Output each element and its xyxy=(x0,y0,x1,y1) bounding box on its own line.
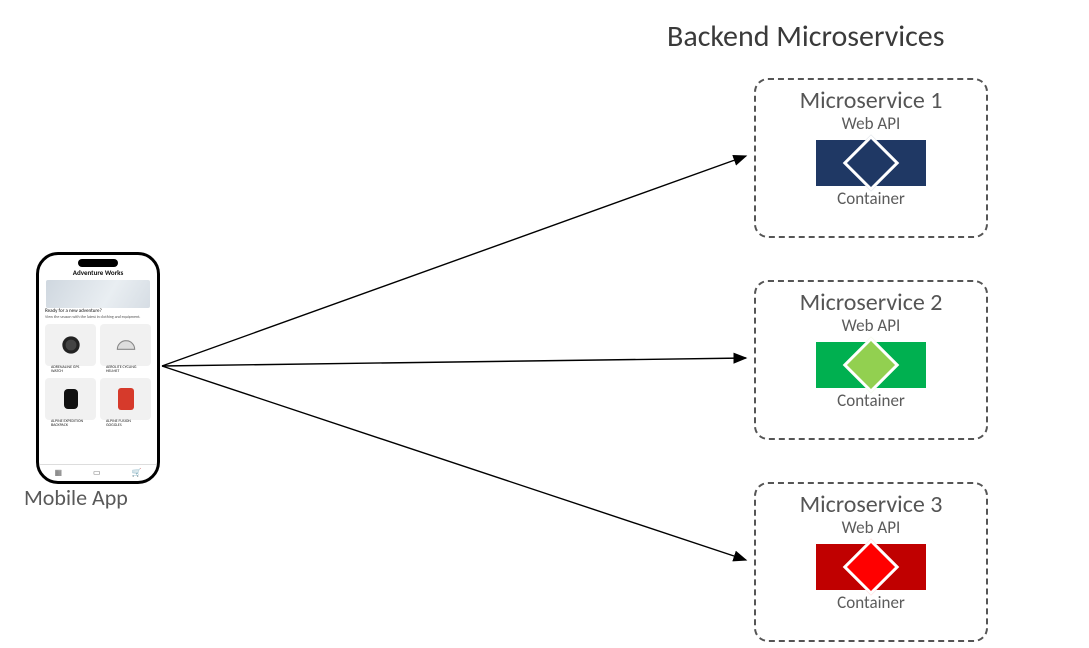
microservice-1-box: Microservice 1 Web API Container xyxy=(754,78,988,238)
phone-tabbar: ▦ ▭ 🛒 xyxy=(39,464,157,481)
search-icon: ▭ xyxy=(93,468,101,478)
hexagon-icon xyxy=(843,539,900,596)
product-tile xyxy=(100,324,151,366)
phone-hero-sub: View the season with the latest in cloth… xyxy=(45,316,151,320)
product-tile xyxy=(100,378,151,420)
cart-icon: 🛒 xyxy=(132,468,142,478)
product-tile xyxy=(45,324,96,366)
arrow-to-ms3 xyxy=(162,366,746,560)
phone-hero-image xyxy=(46,280,150,308)
product-tile xyxy=(45,378,96,420)
diagram-title: Backend Microservices xyxy=(667,18,944,55)
product-name: AEROLITE CYCLING HELMET xyxy=(100,366,151,374)
container-chip xyxy=(816,342,926,388)
watch-icon xyxy=(58,332,84,358)
mobile-app-caption: Mobile App xyxy=(24,484,128,511)
microservice-subtitle: Web API xyxy=(756,517,986,538)
phone-product-grid: ADRENALINE GPS WATCH AEROLITE CYCLING HE… xyxy=(39,320,157,432)
product-name: ALPINE EXPEDITION BACKPACK xyxy=(45,420,96,428)
container-chip xyxy=(816,544,926,590)
microservice-3-box: Microservice 3 Web API Container xyxy=(754,482,988,642)
hexagon-icon xyxy=(843,337,900,394)
microservice-title: Microservice 2 xyxy=(756,288,986,317)
product-name: ADRENALINE GPS WATCH xyxy=(45,366,96,374)
phone-notch xyxy=(78,259,118,267)
microservice-title: Microservice 1 xyxy=(756,86,986,115)
container-chip xyxy=(816,140,926,186)
microservice-title: Microservice 3 xyxy=(756,490,986,519)
home-icon: ▦ xyxy=(54,468,62,478)
microservice-2-box: Microservice 2 Web API Container xyxy=(754,280,988,440)
backpack-icon xyxy=(61,385,81,413)
hexagon-icon xyxy=(843,135,900,192)
microservice-subtitle: Web API xyxy=(756,315,986,336)
mobile-app-mockup: Adventure Works Ready for a new adventur… xyxy=(36,252,160,484)
phone-hero-heading: Ready for a new adventure? xyxy=(45,309,151,315)
arrow-to-ms1 xyxy=(162,156,746,366)
microservice-subtitle: Web API xyxy=(756,113,986,134)
phone-brand: Adventure Works xyxy=(39,269,157,276)
jacket-icon xyxy=(115,385,137,413)
arrow-to-ms2 xyxy=(162,358,746,366)
product-name: ALPINE FUSION GOGGLES xyxy=(100,420,151,428)
helmet-icon xyxy=(113,332,139,358)
